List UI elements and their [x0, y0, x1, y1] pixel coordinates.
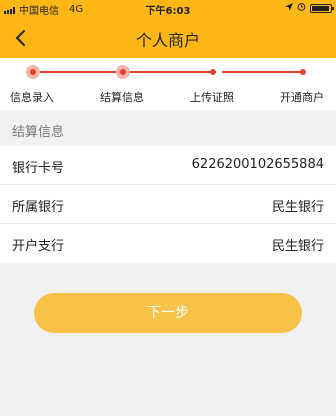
battery-icon [310, 3, 334, 13]
step-connector [123, 71, 213, 73]
branch-value[interactable]: 民生银行 [272, 235, 324, 254]
step-label: 结算信息 [100, 91, 144, 104]
alarm-icon [297, 2, 306, 14]
step-dot [300, 69, 306, 75]
page-title: 个人商户 [135, 31, 200, 50]
progress-steps: 信息录入 结算信息 上传证照 开通商户 [0, 58, 336, 110]
field-label: 所属银行 [12, 200, 65, 215]
next-step-button[interactable]: 下一步 [34, 293, 302, 333]
card-number-value[interactable]: 6226200102655884 [192, 157, 324, 172]
step-connector [222, 71, 303, 73]
header-bar: 中国电信 4G 下午6:03 个人商户 [0, 0, 336, 58]
step-dot-active [116, 65, 130, 79]
form-row-branch[interactable]: 开户支行 民生银行 [0, 224, 336, 263]
step-label: 上传证照 [190, 91, 234, 104]
status-bar: 中国电信 4G 下午6:03 [0, 0, 336, 17]
bank-value[interactable]: 民生银行 [272, 196, 324, 215]
settlement-form: 银行卡号 6226200102655884 所属银行 民生银行 开户支行 民生银… [0, 146, 336, 263]
section-title: 结算信息 [12, 125, 65, 140]
field-label: 开户支行 [12, 239, 65, 254]
step-dot-active [26, 65, 40, 79]
step-label: 信息录入 [10, 91, 54, 104]
location-icon [285, 2, 293, 14]
form-row-bank[interactable]: 所属银行 民生银行 [0, 185, 336, 224]
field-label: 银行卡号 [12, 161, 65, 176]
nav-bar: 个人商户 [0, 18, 336, 58]
step-connector [33, 71, 123, 73]
form-row-card-number[interactable]: 银行卡号 6226200102655884 [0, 146, 336, 185]
step-label: 开通商户 [280, 91, 324, 104]
step-dot [210, 69, 216, 75]
